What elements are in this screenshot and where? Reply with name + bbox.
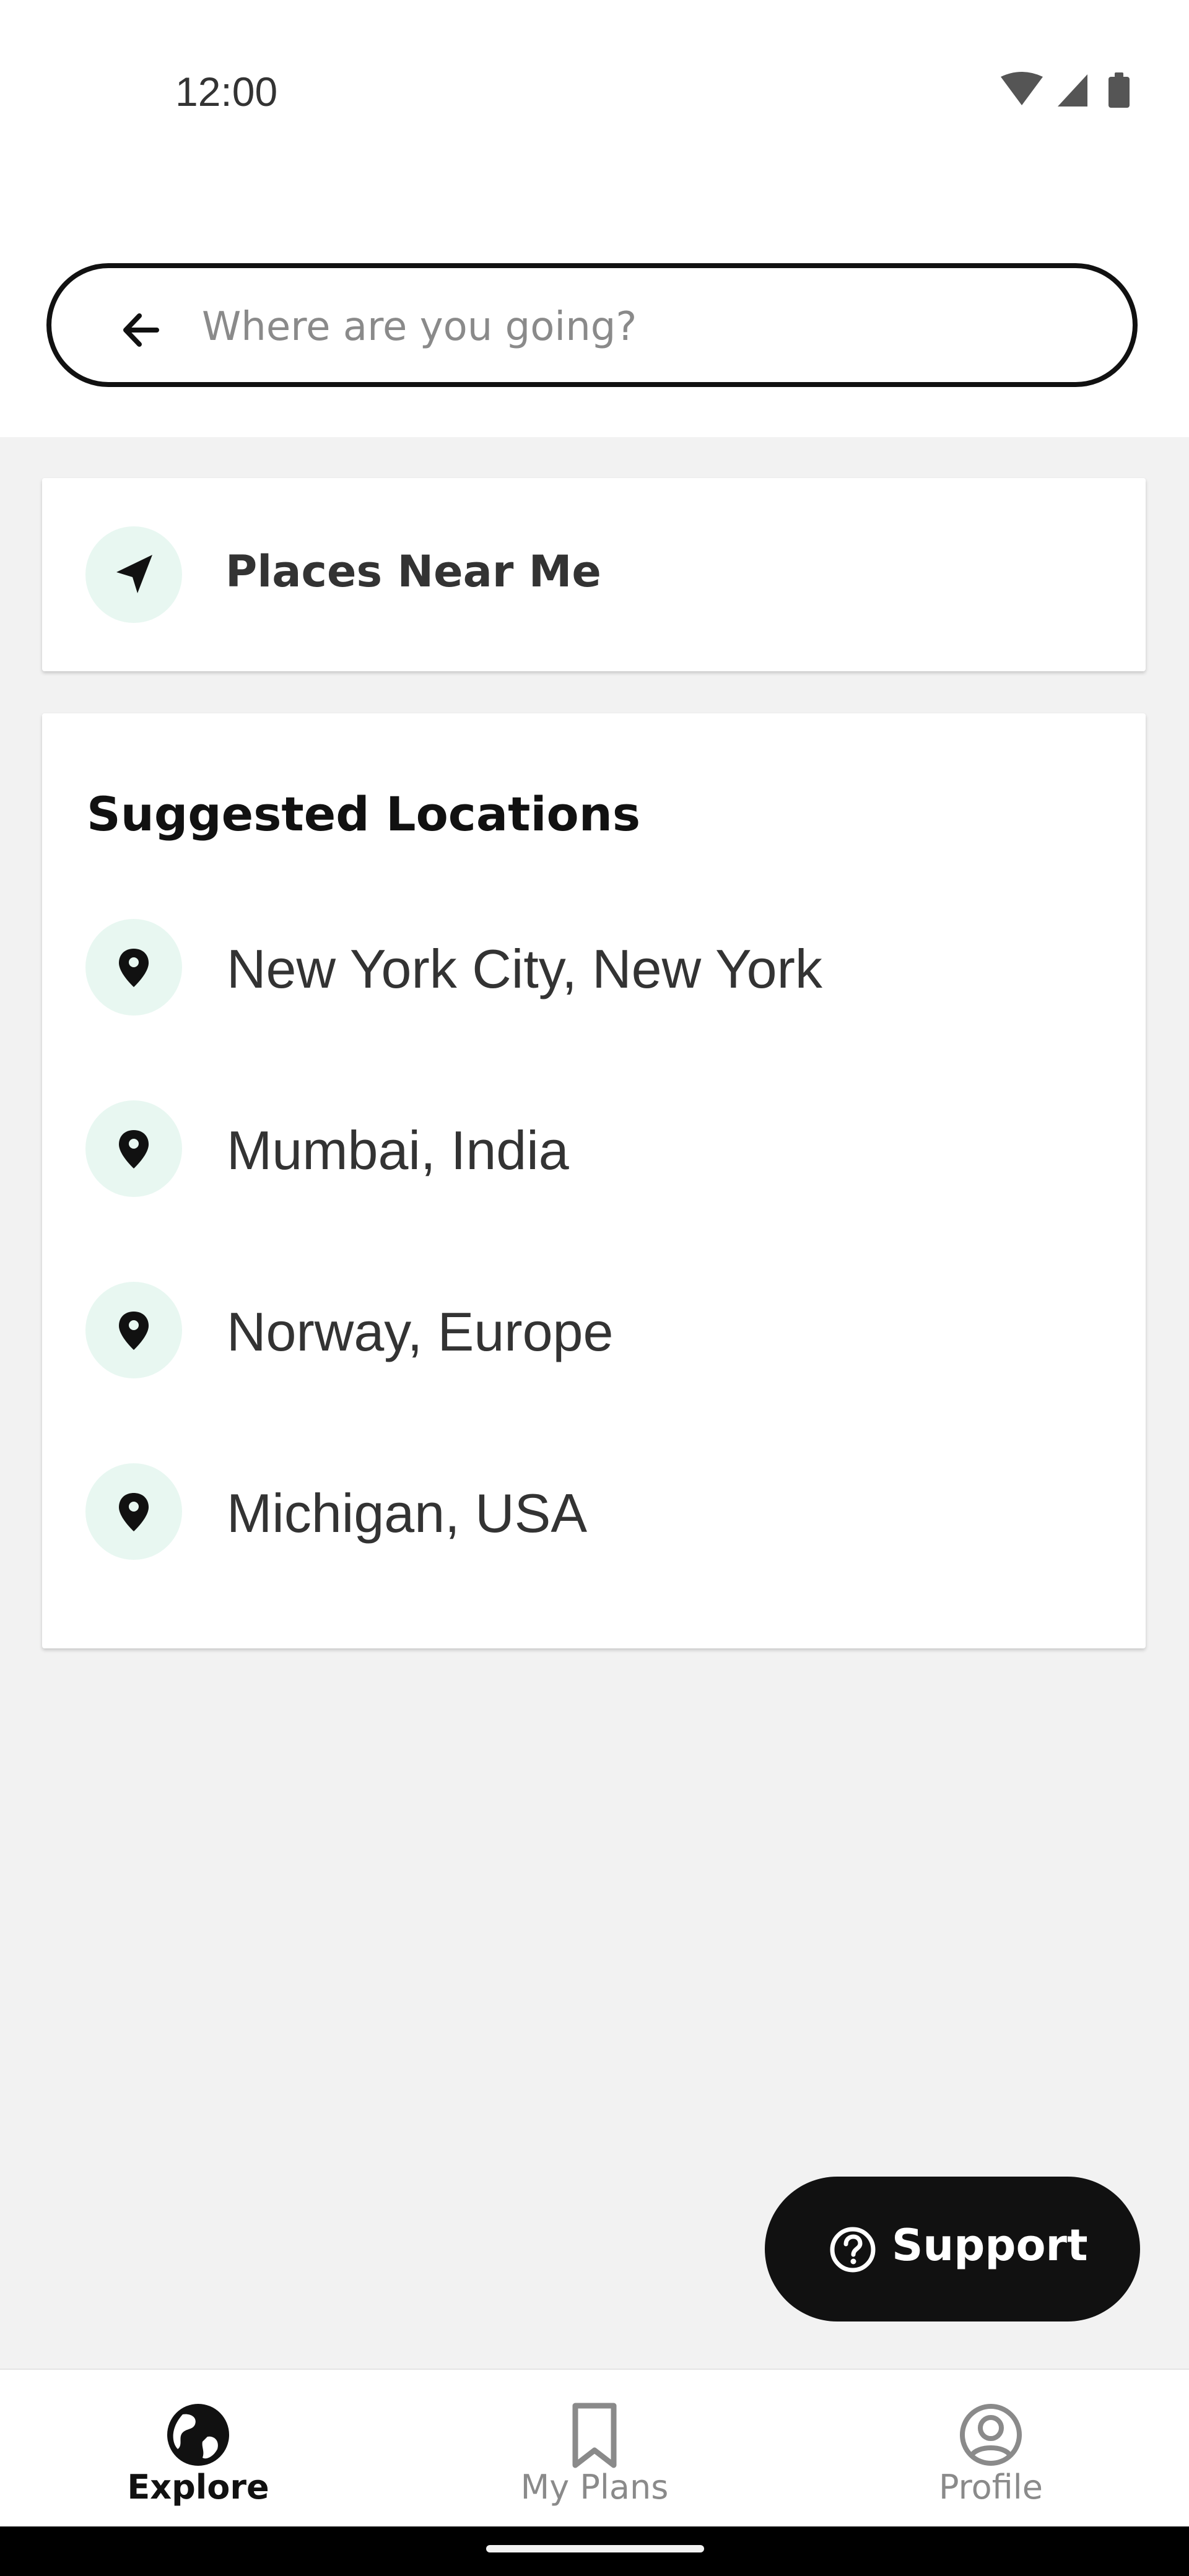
question-circle-icon bbox=[830, 2227, 876, 2273]
support-label: Support bbox=[892, 2220, 1088, 2271]
suggested-location-item[interactable]: Norway, Europe bbox=[42, 1267, 1146, 1391]
user-circle-icon bbox=[960, 2404, 1022, 2466]
pin-icon-circle bbox=[85, 919, 182, 1016]
nav-item-profile[interactable]: Profile bbox=[793, 2370, 1189, 2528]
nav-item-explore[interactable]: Explore bbox=[0, 2370, 396, 2528]
suggested-location-item[interactable]: New York City, New York bbox=[42, 904, 1146, 1028]
suggested-location-item[interactable]: Mumbai, India bbox=[42, 1086, 1146, 1209]
places-near-me-label: Places Near Me bbox=[225, 546, 601, 597]
location-label: Norway, Europe bbox=[227, 1301, 614, 1362]
support-button[interactable]: Support bbox=[765, 2177, 1140, 2321]
map-pin-icon bbox=[119, 1493, 149, 1531]
suggested-locations-card: Suggested Locations New York City, New Y… bbox=[42, 713, 1146, 1648]
header-area: 12:00 bbox=[0, 0, 1189, 437]
nav-label-explore: Explore bbox=[127, 2468, 269, 2507]
nav-item-my-plans[interactable]: My Plans bbox=[396, 2370, 793, 2528]
search-field[interactable] bbox=[46, 263, 1138, 387]
nav-label-my-plans: My Plans bbox=[520, 2468, 669, 2507]
map-pin-icon bbox=[119, 1130, 149, 1168]
pin-icon-circle bbox=[85, 1463, 182, 1560]
map-pin-icon bbox=[119, 949, 149, 987]
pin-icon-circle bbox=[85, 1100, 182, 1197]
navigation-icon-circle bbox=[85, 526, 182, 623]
system-navigation-bar bbox=[0, 2526, 1189, 2576]
status-time: 12:00 bbox=[175, 69, 278, 115]
battery-icon bbox=[1108, 72, 1130, 108]
bookmark-icon bbox=[572, 2403, 617, 2468]
status-icons bbox=[1001, 72, 1130, 108]
globe-icon bbox=[167, 2404, 229, 2466]
arrow-left-icon[interactable] bbox=[113, 302, 169, 358]
status-bar: 12:00 bbox=[0, 0, 1189, 186]
home-indicator[interactable] bbox=[486, 2545, 704, 2552]
location-label: Mumbai, India bbox=[227, 1120, 569, 1181]
location-label: Michigan, USA bbox=[227, 1482, 588, 1544]
map-pin-icon bbox=[119, 1312, 149, 1350]
suggested-location-item[interactable]: Michigan, USA bbox=[42, 1448, 1146, 1572]
pin-icon-circle bbox=[85, 1282, 182, 1378]
search-input[interactable] bbox=[202, 293, 1069, 361]
places-near-me-card[interactable]: Places Near Me bbox=[42, 478, 1146, 671]
navigation-arrow-icon bbox=[116, 555, 152, 593]
nav-label-profile: Profile bbox=[939, 2468, 1043, 2507]
suggested-locations-title: Suggested Locations bbox=[87, 786, 641, 842]
bottom-navigation: Explore My Plans Profile bbox=[0, 2369, 1189, 2528]
location-label: New York City, New York bbox=[227, 938, 822, 999]
wifi-icon bbox=[1001, 72, 1043, 105]
cellular-signal-icon bbox=[1058, 74, 1087, 107]
